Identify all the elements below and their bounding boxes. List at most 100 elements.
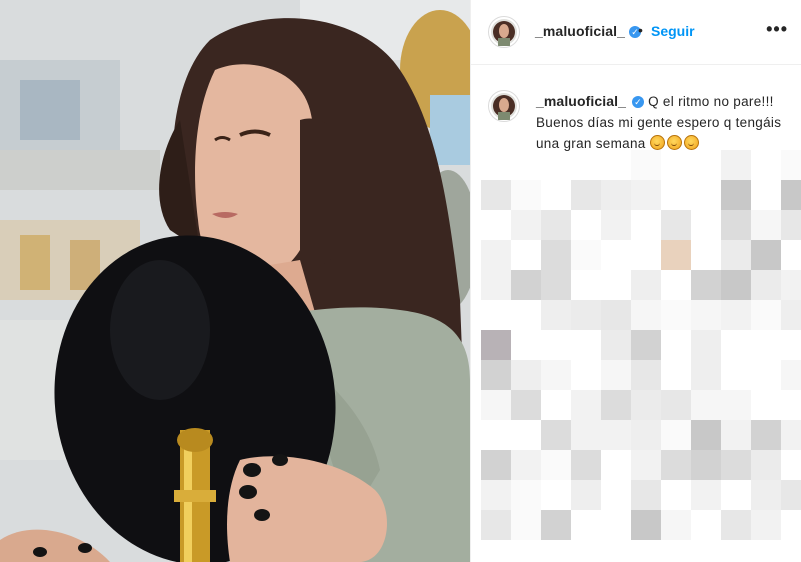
pixel-block (721, 240, 751, 270)
pixel-block (781, 150, 801, 180)
pixel-block (721, 270, 751, 300)
pixel-block (511, 270, 541, 300)
pixel-block (691, 330, 721, 360)
caption-line-1: Q el ritmo no pare!!! (648, 94, 774, 109)
pixel-block (751, 510, 781, 540)
pixel-block (691, 270, 721, 300)
pixel-block (721, 300, 751, 330)
pixel-block (541, 510, 571, 540)
caption-text: _maluoficial_ ✓ Q el ritmo no pare!!! Bue… (536, 91, 786, 154)
pixel-block (781, 360, 801, 390)
pixel-block (691, 300, 721, 330)
pixel-block (631, 360, 661, 390)
post-photo[interactable] (0, 0, 470, 562)
pixel-block (721, 180, 751, 210)
pixel-block (511, 450, 541, 480)
follow-button[interactable]: Seguir (651, 23, 695, 39)
pixel-block (571, 240, 601, 270)
pixel-block (511, 180, 541, 210)
pixel-block (751, 240, 781, 270)
pixel-block (751, 210, 781, 240)
pixel-block (481, 330, 511, 360)
verified-badge-icon: ✓ (632, 96, 645, 108)
avatar[interactable] (488, 16, 520, 48)
pixel-block (691, 390, 721, 420)
pixel-block (601, 180, 631, 210)
pixelated-comments (471, 150, 801, 562)
pixel-block (751, 450, 781, 480)
pixel-block (601, 210, 631, 240)
pixel-block (751, 420, 781, 450)
pixel-block (751, 300, 781, 330)
pixel-block (601, 360, 631, 390)
pixel-block (481, 360, 511, 390)
pixel-block (541, 360, 571, 390)
pixel-block (661, 450, 691, 480)
avatar[interactable] (488, 90, 520, 122)
pixel-block (541, 240, 571, 270)
pixel-block (511, 360, 541, 390)
pixel-block (511, 390, 541, 420)
pixel-block (631, 480, 661, 510)
pixel-block (571, 420, 601, 450)
pixel-block (541, 210, 571, 240)
pixel-block (511, 210, 541, 240)
pixel-block (631, 390, 661, 420)
pixel-block (631, 420, 661, 450)
pixel-block (691, 480, 721, 510)
pixel-block (751, 270, 781, 300)
post-header: _maluoficial_ ✓ • Seguir ••• (471, 0, 801, 65)
pixel-block (601, 420, 631, 450)
pixel-block (781, 480, 801, 510)
pixel-block (721, 390, 751, 420)
emoji-icon (666, 135, 682, 150)
pixel-block (661, 300, 691, 330)
pixel-block (481, 180, 511, 210)
pixel-block (781, 270, 801, 300)
pixel-block (571, 390, 601, 420)
pixel-block (481, 270, 511, 300)
pixel-block (541, 450, 571, 480)
emoji-icon (649, 135, 665, 150)
more-options-icon[interactable]: ••• (766, 20, 788, 38)
header-username-row[interactable]: _maluoficial_ ✓ (535, 23, 642, 41)
pixel-block (781, 420, 801, 450)
pixel-block (481, 480, 511, 510)
caption-username[interactable]: _maluoficial_ (536, 93, 626, 109)
pixel-block (631, 510, 661, 540)
pixel-block (481, 240, 511, 270)
pixel-block (571, 450, 601, 480)
pixel-block (661, 240, 691, 270)
photo-illustration (0, 0, 470, 562)
pixel-block (721, 210, 751, 240)
pixel-block (481, 510, 511, 540)
post-side-panel: _maluoficial_ ✓ • Seguir ••• _maluoficial… (470, 0, 801, 562)
pixel-block (541, 420, 571, 450)
pixel-block (511, 480, 541, 510)
avatar-image (491, 93, 517, 120)
separator-dot: • (638, 22, 643, 38)
pixel-block (631, 330, 661, 360)
pixel-block (631, 450, 661, 480)
pixel-block (661, 510, 691, 540)
pixel-block (511, 510, 541, 540)
pixel-block (481, 450, 511, 480)
pixel-block (541, 270, 571, 300)
username[interactable]: _maluoficial_ (535, 23, 625, 39)
pixel-block (571, 480, 601, 510)
pixel-block (601, 330, 631, 360)
pixel-block (721, 450, 751, 480)
pixel-block (691, 420, 721, 450)
pixel-block (661, 420, 691, 450)
pixel-block (781, 210, 801, 240)
pixel-block (781, 180, 801, 210)
pixel-block (631, 150, 661, 180)
pixel-block (661, 210, 691, 240)
pixel-block (601, 300, 631, 330)
pixel-block (721, 510, 751, 540)
pixel-block (691, 360, 721, 390)
pixel-block (721, 420, 751, 450)
pixel-block (661, 390, 691, 420)
pixel-block (721, 150, 751, 180)
pixel-block (631, 300, 661, 330)
